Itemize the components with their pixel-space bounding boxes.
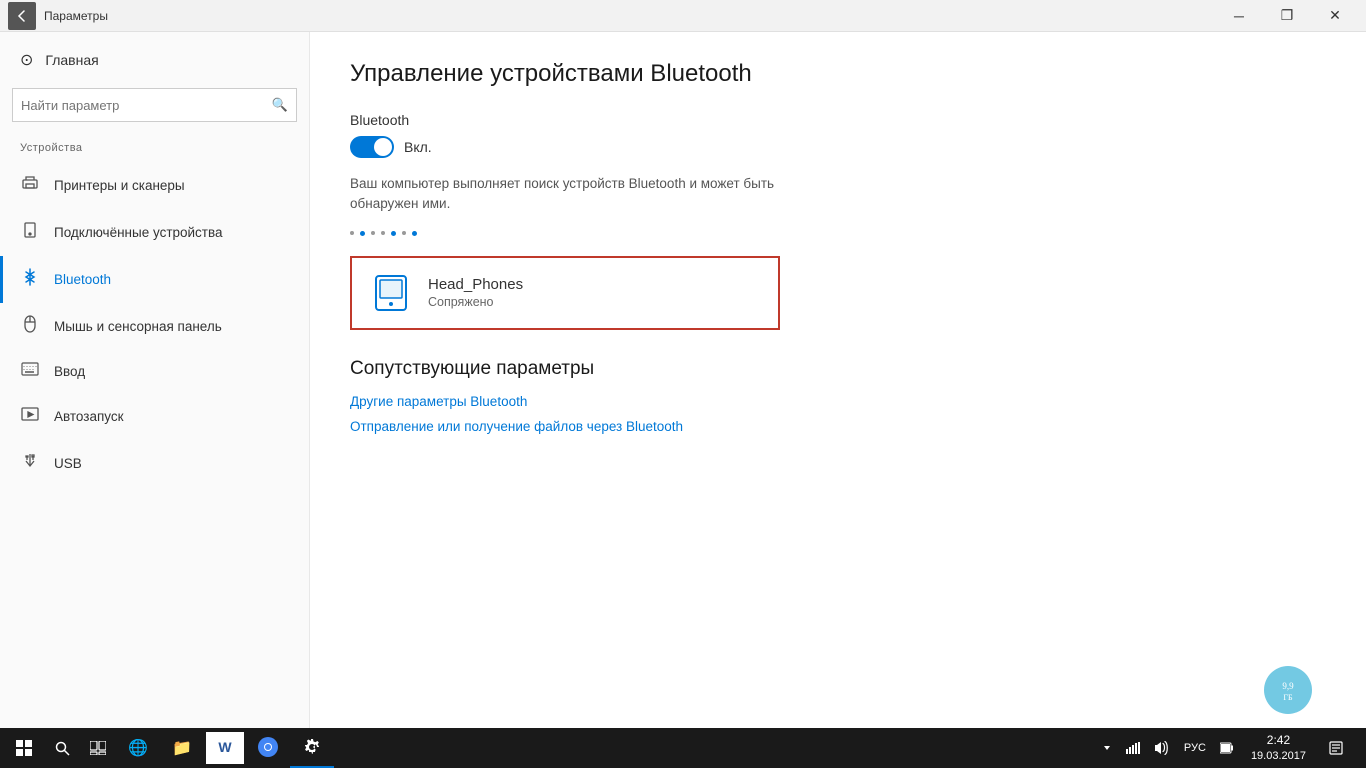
svg-text:🌐: 🌐 xyxy=(128,738,148,757)
usb-label: USB xyxy=(54,456,82,471)
clock[interactable]: 2:42 19.03.2017 xyxy=(1243,733,1314,763)
device-name: Head_Phones xyxy=(428,276,523,293)
back-button[interactable] xyxy=(8,2,36,30)
input-label: Ввод xyxy=(54,364,85,379)
task-view-button[interactable] xyxy=(80,728,116,768)
taskbar-app-word[interactable]: W xyxy=(206,732,244,764)
battery-icon[interactable] xyxy=(1215,728,1239,768)
disk-usage-indicator: 9,9 ГБ xyxy=(1260,662,1316,718)
sidebar-item-input[interactable]: Ввод xyxy=(0,350,309,393)
taskbar-app-chrome[interactable] xyxy=(246,728,290,768)
home-icon: ⊙ xyxy=(20,50,33,70)
device-icon xyxy=(370,272,412,314)
autorun-icon xyxy=(20,405,40,428)
sidebar-item-connected[interactable]: Подключённые устройства xyxy=(0,209,309,256)
minimize-button[interactable]: ─ xyxy=(1216,2,1262,30)
dot-2 xyxy=(360,231,365,236)
related-link-2[interactable]: Отправление или получение файлов через B… xyxy=(350,419,1326,434)
sidebar-item-usb[interactable]: USB xyxy=(0,440,309,487)
search-input[interactable] xyxy=(21,98,272,113)
taskbar-right: РУС 2:42 19.03.2017 xyxy=(1097,728,1362,768)
taskbar-app-settings[interactable] xyxy=(290,728,334,768)
sidebar: ⊙ Главная 🔍 Устройства Принтеры и сканер… xyxy=(0,32,310,728)
window-controls: ─ ❐ ✕ xyxy=(1216,2,1358,30)
lang-label: РУС xyxy=(1184,742,1206,754)
connected-icon xyxy=(20,221,40,244)
taskbar: 🌐 📁 W xyxy=(0,728,1366,768)
page-title: Управление устройствами Bluetooth xyxy=(350,60,1326,88)
search-box[interactable]: 🔍 xyxy=(12,88,297,122)
close-button[interactable]: ✕ xyxy=(1312,2,1358,30)
section-title: Устройства xyxy=(0,138,309,162)
dot-5 xyxy=(391,231,396,236)
dot-4 xyxy=(381,231,385,235)
toggle-state-label: Вкл. xyxy=(404,139,432,155)
clock-date: 19.03.2017 xyxy=(1251,749,1306,763)
home-label: Главная xyxy=(45,52,98,68)
sidebar-item-autorun[interactable]: Автозапуск xyxy=(0,393,309,440)
toggle-row: Вкл. xyxy=(350,136,1326,158)
mouse-icon xyxy=(20,315,40,338)
network-icon[interactable] xyxy=(1121,728,1145,768)
start-button[interactable] xyxy=(4,728,44,768)
keyboard-layout-icon[interactable]: РУС xyxy=(1179,728,1211,768)
keyboard-icon xyxy=(20,362,40,381)
maximize-button[interactable]: ❐ xyxy=(1264,2,1310,30)
device-status: Сопряжено xyxy=(428,295,523,309)
device-info: Head_Phones Сопряжено xyxy=(428,276,523,309)
dot-3 xyxy=(371,231,375,235)
mouse-label: Мышь и сенсорная панель xyxy=(54,319,222,334)
autorun-label: Автозапуск xyxy=(54,409,124,424)
search-icon: 🔍 xyxy=(272,97,288,113)
taskbar-search-button[interactable] xyxy=(44,728,80,768)
taskbar-app-explorer[interactable]: 📁 xyxy=(160,728,204,768)
notification-arrow[interactable] xyxy=(1097,728,1117,768)
taskbar-apps: 🌐 📁 W xyxy=(116,728,1097,768)
related-title: Сопутствующие параметры xyxy=(350,358,1326,380)
sidebar-item-printers[interactable]: Принтеры и сканеры xyxy=(0,162,309,209)
svg-text:9,9: 9,9 xyxy=(1282,681,1294,691)
window-title: Параметры xyxy=(44,9,1216,23)
dot-1 xyxy=(350,231,354,235)
connected-label: Подключённые устройства xyxy=(54,225,223,240)
taskbar-app-edge[interactable]: 🌐 xyxy=(116,728,160,768)
title-bar: Параметры ─ ❐ ✕ xyxy=(0,0,1366,32)
clock-time: 2:42 xyxy=(1267,733,1290,749)
volume-icon[interactable] xyxy=(1149,728,1175,768)
bluetooth-toggle[interactable] xyxy=(350,136,394,158)
bluetooth-section-label: Bluetooth xyxy=(350,112,1326,128)
device-card[interactable]: Head_Phones Сопряжено xyxy=(350,256,780,330)
notification-center-button[interactable] xyxy=(1318,728,1354,768)
related-link-1[interactable]: Другие параметры Bluetooth xyxy=(350,394,1326,409)
sidebar-home[interactable]: ⊙ Главная xyxy=(0,32,309,88)
content-area: Управление устройствами Bluetooth Blueto… xyxy=(310,32,1366,728)
searching-text: Ваш компьютер выполняет поиск устройств … xyxy=(350,174,790,215)
app-container: ⊙ Главная 🔍 Устройства Принтеры и сканер… xyxy=(0,32,1366,728)
dot-6 xyxy=(402,231,406,235)
bluetooth-icon xyxy=(20,268,40,291)
usb-icon xyxy=(20,452,40,475)
bluetooth-label: Bluetooth xyxy=(54,272,111,287)
searching-animation xyxy=(350,231,1326,236)
svg-text:ГБ: ГБ xyxy=(1283,693,1293,702)
dot-7 xyxy=(412,231,417,236)
printers-label: Принтеры и сканеры xyxy=(54,178,185,193)
printers-icon xyxy=(20,174,40,197)
sidebar-item-mouse[interactable]: Мышь и сенсорная панель xyxy=(0,303,309,350)
svg-text:📁: 📁 xyxy=(172,740,192,757)
sidebar-item-bluetooth[interactable]: Bluetooth xyxy=(0,256,309,303)
